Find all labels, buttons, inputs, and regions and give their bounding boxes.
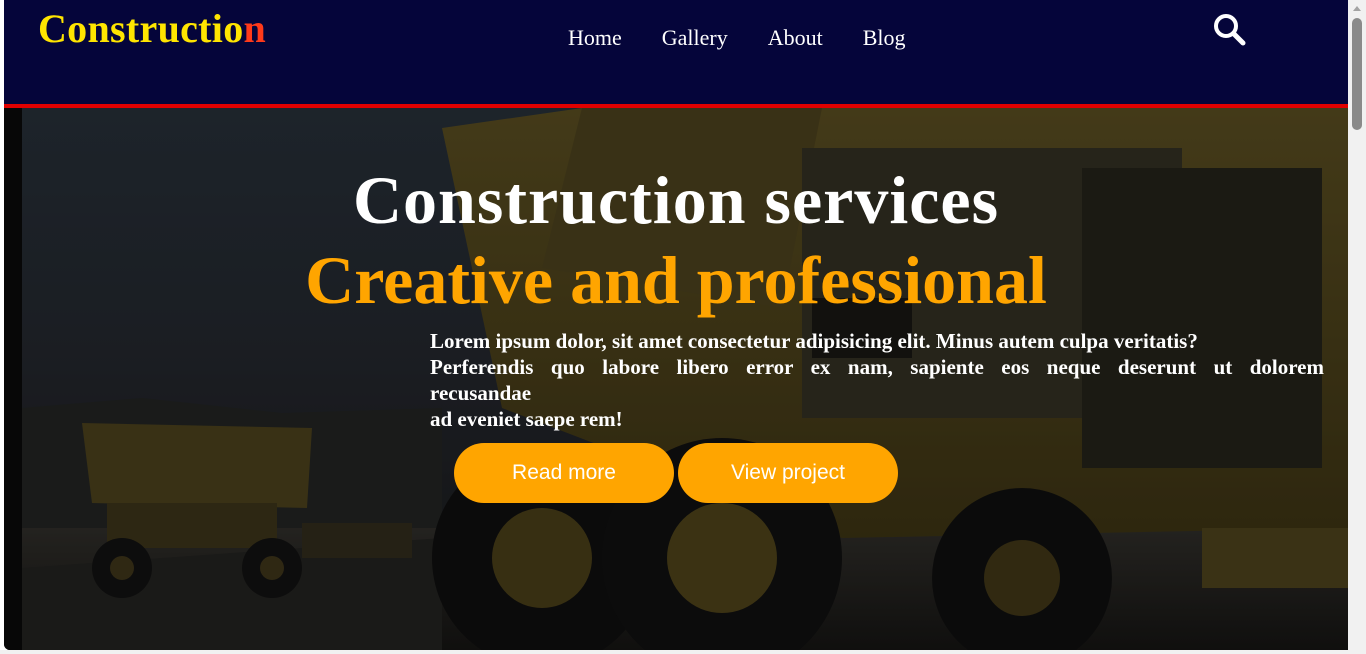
horizontal-scroll-edge bbox=[0, 650, 1366, 654]
nav-menu: Home Gallery About Blog bbox=[568, 24, 906, 52]
hero-paragraph-line-2: Perferendis quo labore libero error ex n… bbox=[430, 355, 1324, 379]
search-icon bbox=[1214, 14, 1246, 46]
hero-title: Construction services bbox=[352, 162, 1000, 238]
nav-item-about[interactable]: About bbox=[768, 24, 823, 52]
nav-item-blog[interactable]: Blog bbox=[863, 24, 906, 52]
nav-item-home[interactable]: Home bbox=[568, 24, 622, 52]
hero-paragraph-line-4: ad eveniet saepe rem! bbox=[430, 407, 623, 431]
view-project-button[interactable]: View project bbox=[678, 443, 898, 503]
scrollbar-thumb[interactable] bbox=[1352, 18, 1362, 130]
hero-subtitle: Creative and professional bbox=[305, 242, 1047, 318]
hero-paragraph: Lorem ipsum dolor, sit amet consectetur … bbox=[430, 328, 1324, 432]
hero-button-row: Read more View project bbox=[454, 443, 898, 503]
page: Construction Home Gallery About Blog Con… bbox=[4, 0, 1348, 650]
vertical-scrollbar[interactable] bbox=[1348, 0, 1366, 650]
hero-paragraph-line-3: recusandae bbox=[430, 381, 532, 405]
brand-logo[interactable]: Construction bbox=[38, 6, 266, 52]
nav-item-gallery[interactable]: Gallery bbox=[662, 24, 728, 52]
scroll-up-arrow-icon[interactable] bbox=[1353, 6, 1361, 11]
brand-name-main: Constructio bbox=[38, 6, 244, 51]
hero-section: Construction services Creative and profe… bbox=[4, 108, 1348, 650]
search-button[interactable] bbox=[1212, 12, 1248, 48]
read-more-button[interactable]: Read more bbox=[454, 443, 674, 503]
hero-paragraph-line-1: Lorem ipsum dolor, sit amet consectetur … bbox=[430, 329, 1198, 353]
navbar: Construction Home Gallery About Blog bbox=[4, 0, 1348, 104]
brand-name-last-letter: n bbox=[243, 6, 267, 51]
